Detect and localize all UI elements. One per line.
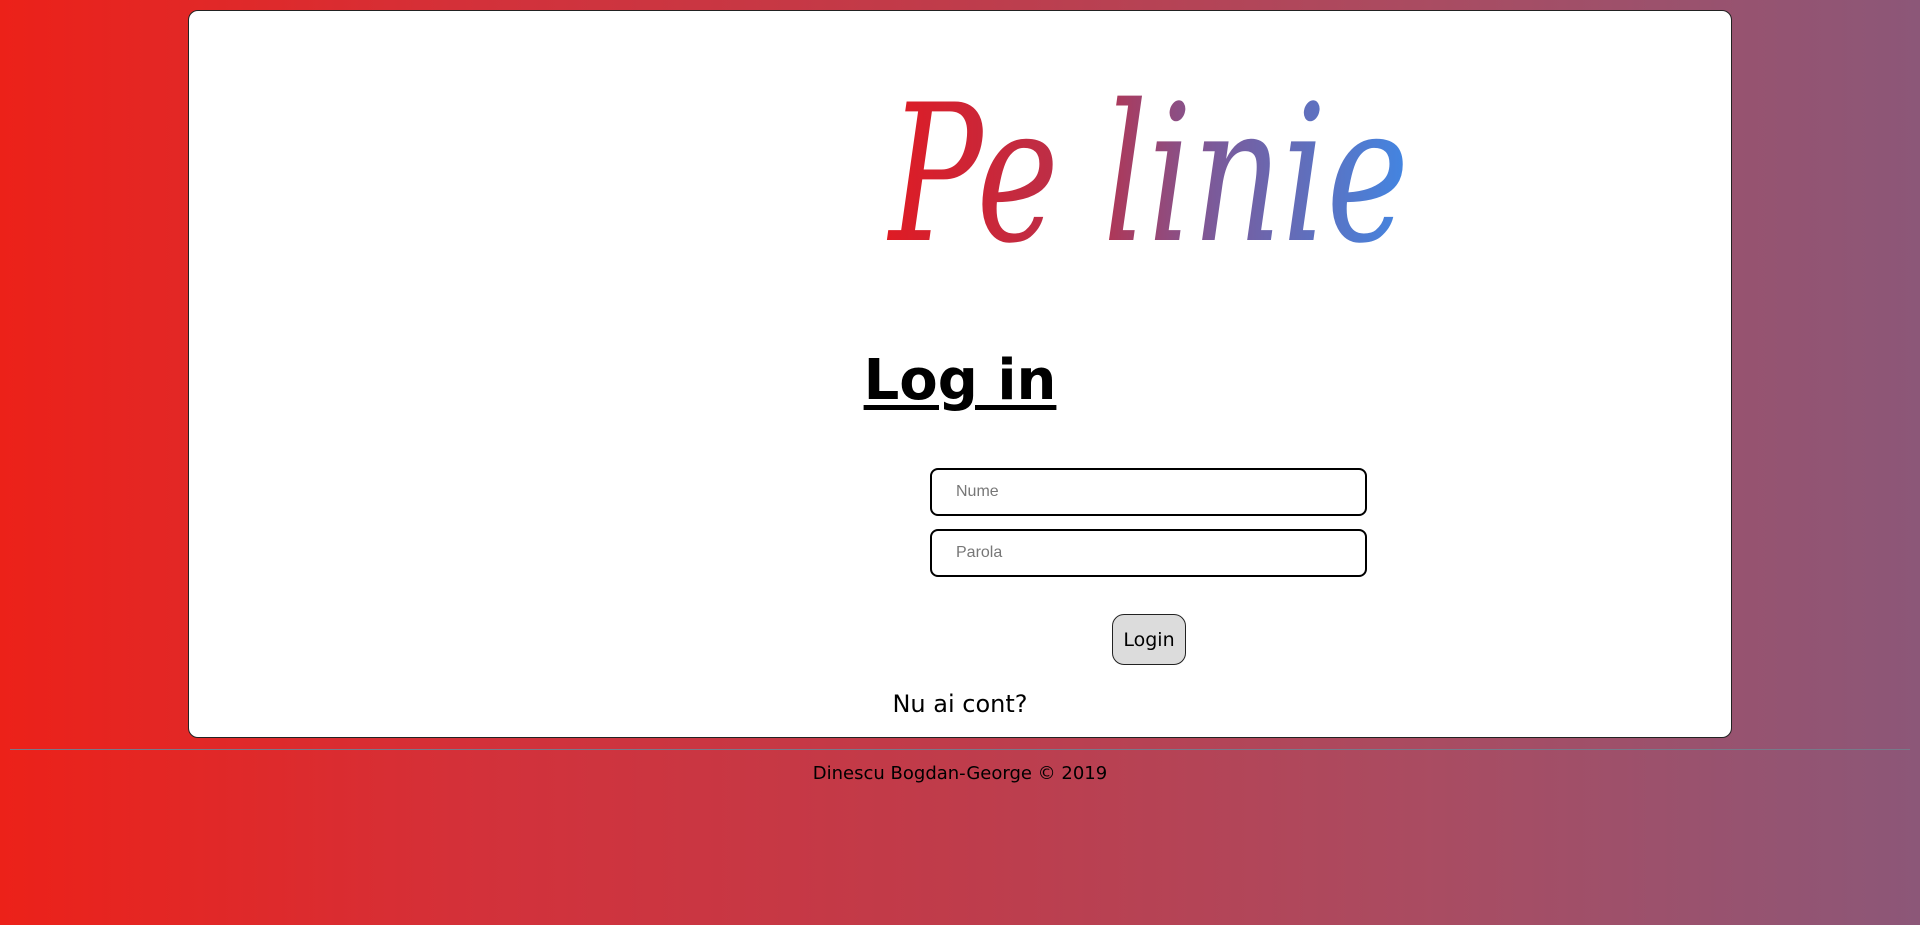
logo-text: Pe linie [887,64,1409,265]
password-input[interactable] [930,529,1367,577]
username-input[interactable] [930,468,1367,516]
login-card: Pe linie Log in Login Nu ai cont? [188,10,1732,738]
footer-divider [10,749,1910,750]
login-button[interactable]: Login [1112,614,1186,665]
signup-link[interactable]: Nu ai cont? [189,689,1731,719]
site-logo: Pe linie [879,55,1419,265]
page-title: Log in [863,348,1057,413]
footer-copyright: Dinescu Bogdan-George © 2019 [812,763,1108,784]
